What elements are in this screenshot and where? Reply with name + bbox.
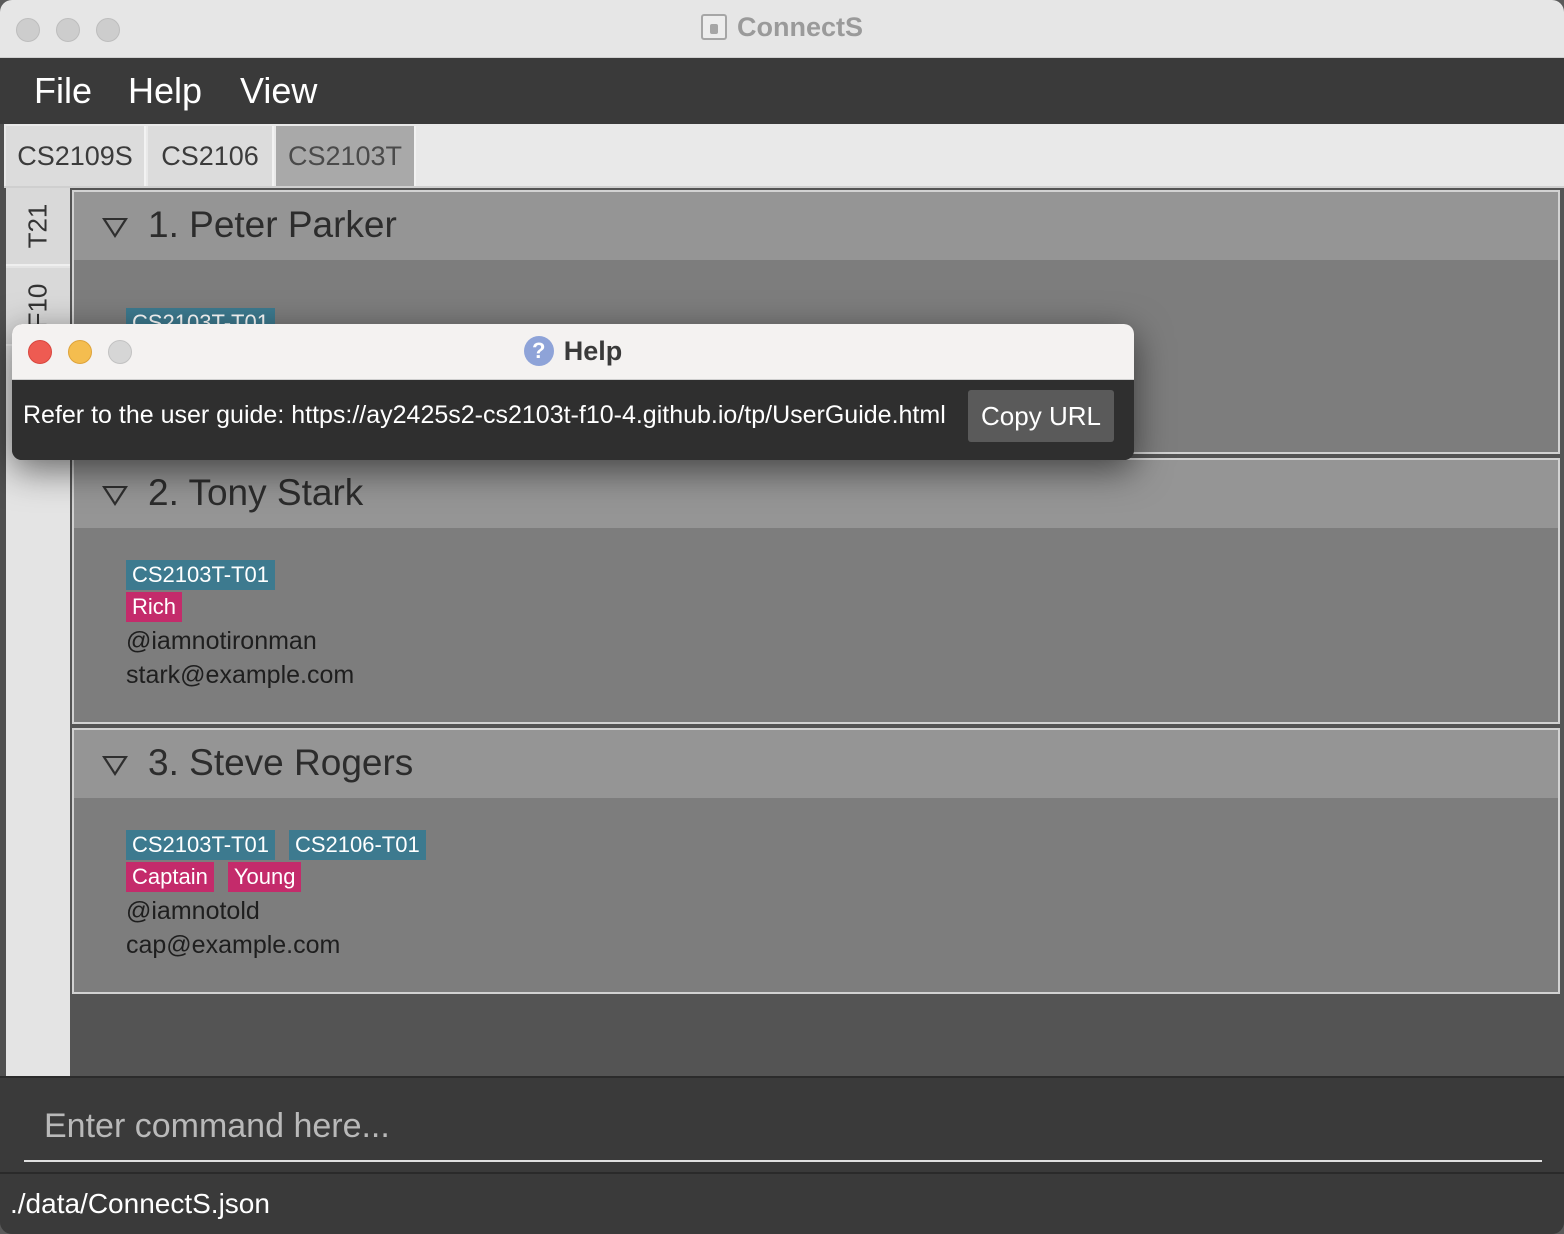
app-document-icon (700, 14, 727, 40)
help-title-text: Help (563, 336, 623, 366)
person-name: 1. Peter Parker (148, 204, 397, 245)
person-handle: @iamnotironman (126, 627, 317, 655)
help-title: ? Help (12, 336, 1134, 367)
tutorial-tab-t21[interactable]: T21 (6, 188, 70, 266)
data-file-path: ./data/ConnectS.json (10, 1188, 270, 1219)
window-title: ConnectS (0, 12, 1564, 43)
person-name: 3. Steve Rogers (148, 742, 414, 783)
remark-tag: Rich (126, 592, 183, 622)
remark-tag: Young (227, 862, 302, 892)
tutorial-tab-label: T21 (22, 203, 53, 249)
app-window: ConnectS File Help View CS2109S CS2106 C… (0, 0, 1564, 1234)
person-name: 2. Tony Stark (148, 472, 364, 513)
command-box (0, 1076, 1564, 1172)
status-bar: ./data/ConnectS.json (0, 1172, 1564, 1234)
tab-cs2109s[interactable]: CS2109S (6, 126, 146, 186)
module-tab-bar: CS2109S CS2106 CS2103T (4, 124, 1564, 188)
title-bar: ConnectS (0, 0, 1564, 58)
person-email: stark@example.com (126, 661, 355, 689)
person-card-header[interactable]: 3. Steve Rogers (74, 730, 1558, 798)
help-body: Refer to the user guide: https://ay2425s… (12, 380, 1134, 460)
tab-cs2106[interactable]: CS2106 (148, 126, 274, 186)
chevron-down-icon[interactable] (102, 218, 128, 238)
person-email: cap@example.com (126, 931, 341, 959)
person-list: 1. Peter Parker CS2103T-T01 2. Tony Star… (70, 188, 1564, 1076)
tutorial-tab-bar: T21 F10 (6, 188, 70, 1076)
person-card: 3. Steve Rogers CS2103T-T01 CS2106-T01 Ca… (72, 728, 1560, 994)
menu-view[interactable]: View (240, 70, 317, 112)
help-dialog: ? Help Refer to the user guide: https://a… (12, 324, 1134, 460)
chevron-down-icon[interactable] (102, 486, 128, 506)
question-icon: ? (523, 336, 554, 366)
module-tag: CS2103T-T01 (126, 830, 275, 860)
help-message: Refer to the user guide: https://ay2425s… (23, 401, 946, 429)
remark-tag: Captain (126, 862, 214, 892)
chevron-down-icon[interactable] (102, 756, 128, 776)
tab-cs2103t[interactable]: CS2103T (276, 126, 416, 186)
window-title-text: ConnectS (736, 12, 863, 42)
menu-bar: File Help View (0, 58, 1564, 124)
person-card-header[interactable]: 2. Tony Stark (74, 460, 1558, 528)
person-card: 2. Tony Stark CS2103T-T01 Rich @iamnotir… (72, 458, 1560, 724)
person-card-header[interactable]: 1. Peter Parker (74, 192, 1558, 260)
copy-url-button[interactable]: Copy URL (968, 390, 1114, 442)
module-tag: CS2103T-T01 (126, 560, 275, 590)
menu-file[interactable]: File (34, 70, 92, 112)
menu-help[interactable]: Help (128, 70, 202, 112)
person-handle: @iamnotold (126, 897, 260, 925)
command-input[interactable] (24, 1092, 1542, 1162)
help-title-bar: ? Help (12, 324, 1134, 380)
tutorial-tab-label: F10 (22, 283, 53, 329)
module-tag: CS2106-T01 (288, 830, 426, 860)
